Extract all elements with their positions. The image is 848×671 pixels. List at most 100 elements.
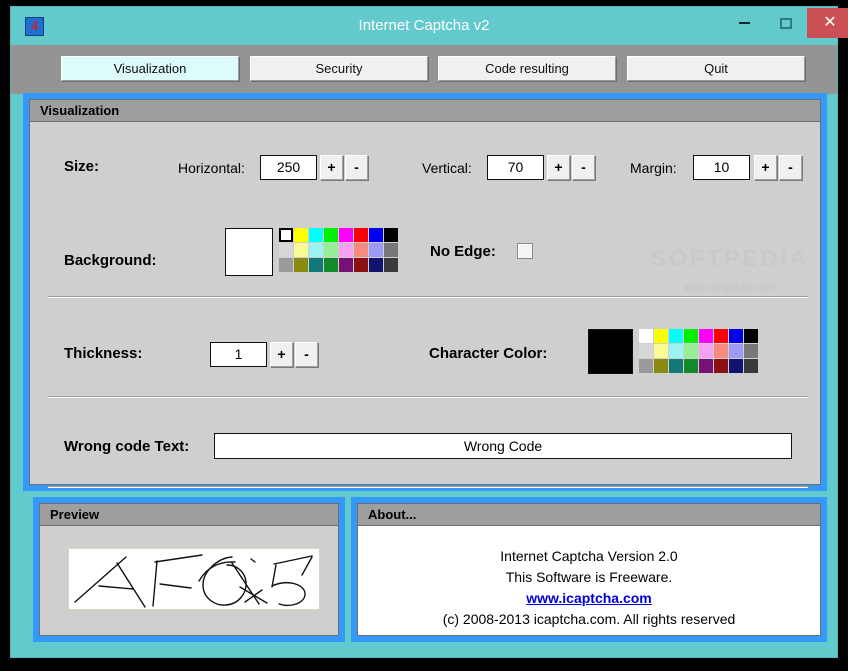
minimize-button[interactable] bbox=[723, 8, 765, 38]
separator-2 bbox=[48, 396, 808, 398]
background-color-swatch-18[interactable] bbox=[309, 258, 323, 272]
margin-input[interactable]: 10 bbox=[693, 155, 750, 180]
background-color-swatch-8[interactable] bbox=[279, 243, 293, 257]
about-body: Internet Captcha Version 2.0 This Softwa… bbox=[358, 526, 820, 635]
character-color-swatch-17[interactable] bbox=[654, 359, 668, 373]
margin-label: Margin: bbox=[630, 160, 677, 176]
screen: 4 Internet Captcha v2 ✕ Visualization Se… bbox=[0, 0, 848, 671]
background-color-swatch-14[interactable] bbox=[369, 243, 383, 257]
preview-header: Preview bbox=[40, 504, 338, 526]
character-color-swatch-16[interactable] bbox=[639, 359, 653, 373]
background-color-swatch-13[interactable] bbox=[354, 243, 368, 257]
horizontal-input[interactable]: 250 bbox=[260, 155, 317, 180]
close-button[interactable]: ✕ bbox=[807, 8, 848, 38]
character-color-swatch-12[interactable] bbox=[699, 344, 713, 358]
margin-minus-button[interactable]: - bbox=[779, 155, 802, 180]
character-color-swatch-23[interactable] bbox=[744, 359, 758, 373]
preview-panel-inner: Preview bbox=[39, 503, 339, 636]
about-text: Internet Captcha Version 2.0 This Softwa… bbox=[358, 526, 820, 630]
character-color-swatch-14[interactable] bbox=[729, 344, 743, 358]
thickness-input[interactable]: 1 bbox=[210, 342, 267, 367]
background-color-swatch-7[interactable] bbox=[384, 228, 398, 242]
character-color-swatch-19[interactable] bbox=[684, 359, 698, 373]
character-color-swatch-11[interactable] bbox=[684, 344, 698, 358]
watermark-title: SOFTPEDIA bbox=[650, 245, 810, 271]
minimize-icon bbox=[738, 22, 750, 25]
tab-code-resulting[interactable]: Code resulting bbox=[438, 56, 616, 81]
thickness-minus-button[interactable]: - bbox=[295, 342, 318, 367]
character-color-swatch-4[interactable] bbox=[699, 329, 713, 343]
separator-3 bbox=[48, 486, 808, 488]
background-color-swatch-10[interactable] bbox=[309, 243, 323, 257]
character-color-swatch-6[interactable] bbox=[729, 329, 743, 343]
about-panel-inner: About... Internet Captcha Version 2.0 Th… bbox=[357, 503, 821, 636]
vertical-label: Vertical: bbox=[422, 160, 472, 176]
background-color-swatch-11[interactable] bbox=[324, 243, 338, 257]
background-color-swatch-20[interactable] bbox=[339, 258, 353, 272]
background-color-swatch-21[interactable] bbox=[354, 258, 368, 272]
about-version: Internet Captcha Version 2.0 bbox=[500, 548, 678, 564]
background-color-swatch-16[interactable] bbox=[279, 258, 293, 272]
character-color-swatch-9[interactable] bbox=[654, 344, 668, 358]
background-color-swatch-1[interactable] bbox=[294, 228, 308, 242]
background-color-swatch-12[interactable] bbox=[339, 243, 353, 257]
separator-1 bbox=[48, 296, 808, 298]
tab-security[interactable]: Security bbox=[250, 56, 428, 81]
character-color-swatch-7[interactable] bbox=[744, 329, 758, 343]
wrong-code-input[interactable]: Wrong Code bbox=[214, 433, 792, 459]
character-color-swatch-8[interactable] bbox=[639, 344, 653, 358]
horizontal-plus-button[interactable]: + bbox=[320, 155, 343, 180]
character-color-swatch-1[interactable] bbox=[654, 329, 668, 343]
vertical-plus-button[interactable]: + bbox=[547, 155, 570, 180]
visualization-panel-inner: Visualization SOFTPEDIA www.softpedia.co… bbox=[29, 99, 821, 488]
vertical-input[interactable]: 70 bbox=[487, 155, 544, 180]
size-label: Size: bbox=[64, 158, 100, 175]
thickness-plus-button[interactable]: + bbox=[270, 342, 293, 367]
background-color-swatch-17[interactable] bbox=[294, 258, 308, 272]
background-color-swatch-9[interactable] bbox=[294, 243, 308, 257]
window-title: Internet Captcha v2 bbox=[358, 17, 490, 34]
background-color-swatch-6[interactable] bbox=[369, 228, 383, 242]
character-color-palette[interactable] bbox=[639, 329, 758, 373]
background-color-swatch-2[interactable] bbox=[309, 228, 323, 242]
margin-plus-button[interactable]: + bbox=[754, 155, 777, 180]
character-color-swatch-20[interactable] bbox=[699, 359, 713, 373]
title-bar: 4 Internet Captcha v2 ✕ bbox=[11, 7, 848, 45]
vertical-minus-button[interactable]: - bbox=[572, 155, 595, 180]
background-color-swatch-22[interactable] bbox=[369, 258, 383, 272]
preview-panel: Preview bbox=[33, 497, 345, 642]
character-color-swatch-2[interactable] bbox=[669, 329, 683, 343]
character-color-swatch-10[interactable] bbox=[669, 344, 683, 358]
background-color-swatch-0[interactable] bbox=[279, 228, 293, 242]
preview-body bbox=[40, 526, 338, 635]
background-color-palette[interactable] bbox=[279, 228, 398, 272]
character-color-swatch-21[interactable] bbox=[714, 359, 728, 373]
background-color-swatch-15[interactable] bbox=[384, 243, 398, 257]
character-color-swatch-0[interactable] bbox=[639, 329, 653, 343]
horizontal-minus-button[interactable]: - bbox=[345, 155, 368, 180]
tab-quit[interactable]: Quit bbox=[627, 56, 805, 81]
tab-visualization[interactable]: Visualization bbox=[61, 56, 239, 81]
background-color-swatch-4[interactable] bbox=[339, 228, 353, 242]
character-color-preview[interactable] bbox=[588, 329, 633, 374]
no-edge-label: No Edge: bbox=[430, 243, 496, 260]
character-color-swatch-13[interactable] bbox=[714, 344, 728, 358]
background-color-swatch-5[interactable] bbox=[354, 228, 368, 242]
watermark-url: www.softpedia.com bbox=[682, 282, 778, 294]
character-color-swatch-22[interactable] bbox=[729, 359, 743, 373]
character-color-swatch-5[interactable] bbox=[714, 329, 728, 343]
background-color-preview[interactable] bbox=[225, 228, 273, 276]
captcha-preview-image bbox=[68, 548, 320, 610]
character-color-swatch-15[interactable] bbox=[744, 344, 758, 358]
about-website-link[interactable]: www.icaptcha.com bbox=[526, 590, 652, 606]
background-color-swatch-23[interactable] bbox=[384, 258, 398, 272]
maximize-button[interactable] bbox=[765, 8, 807, 38]
character-color-swatch-3[interactable] bbox=[684, 329, 698, 343]
character-color-swatch-18[interactable] bbox=[669, 359, 683, 373]
visualization-group-header: Visualization bbox=[30, 100, 820, 122]
wrong-code-label: Wrong code Text: bbox=[64, 438, 190, 455]
visualization-panel: Visualization SOFTPEDIA www.softpedia.co… bbox=[23, 93, 827, 491]
no-edge-checkbox[interactable] bbox=[517, 243, 533, 259]
background-color-swatch-3[interactable] bbox=[324, 228, 338, 242]
background-color-swatch-19[interactable] bbox=[324, 258, 338, 272]
